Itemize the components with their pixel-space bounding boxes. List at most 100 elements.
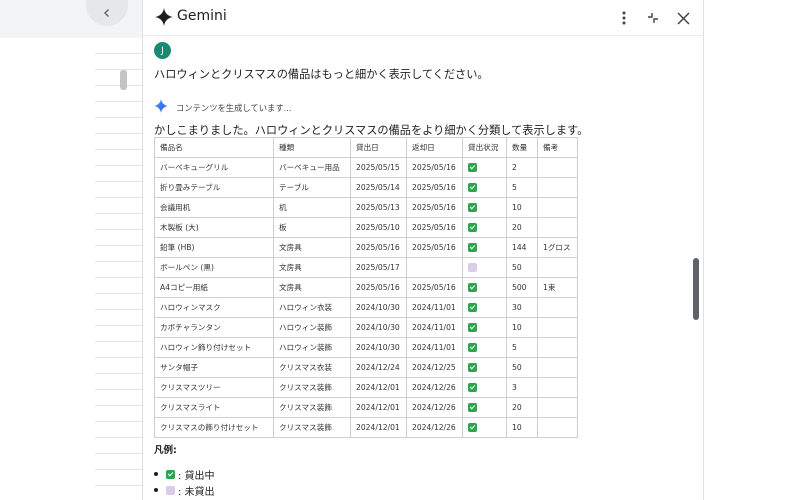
table-cell <box>537 417 578 438</box>
bullet <box>154 472 158 476</box>
table-row: クリスマスツリー クリスマス装飾 2024/12/01 2024/12/26 3 <box>154 377 578 398</box>
table-cell: ハロウィン衣装 <box>273 297 351 318</box>
check-box-icon <box>468 343 477 353</box>
table-cell <box>537 177 578 198</box>
table-cell: 2025/05/16 <box>350 237 407 258</box>
table-cell: 鉛筆 (HB) <box>154 237 274 258</box>
list-item: : 貸出中 <box>154 466 215 482</box>
column-header: 備品名 <box>154 137 274 158</box>
table-cell: 1束 <box>537 277 578 298</box>
table-row: 木製板 (大) 板 2025/05/10 2025/05/16 20 <box>154 217 578 238</box>
table-row: カボチャランタン ハロウィン装飾 2024/10/30 2024/11/01 10 <box>154 317 578 338</box>
table-cell: 2025/05/10 <box>350 217 407 238</box>
status-cell <box>462 217 507 238</box>
spreadsheet-scrollbar[interactable] <box>120 70 127 90</box>
table-cell <box>537 357 578 378</box>
column-header: 数量 <box>506 137 538 158</box>
table-cell: クリスマスライト <box>154 397 274 418</box>
table-cell: 2025/05/14 <box>350 177 407 198</box>
status-cell <box>462 337 507 358</box>
column-header: 貸出日 <box>350 137 407 158</box>
table-cell: 2025/05/16 <box>406 237 463 258</box>
table-row: クリスマスライト クリスマス装飾 2024/12/01 2024/12/26 20 <box>154 397 578 418</box>
table-cell: ハロウィンマスク <box>154 297 274 318</box>
status-cell <box>462 317 507 338</box>
spreadsheet-rows <box>95 38 142 500</box>
reply-intro: かしこまりました。ハロウィンとクリスマスの備品をより細かく分類して表示します。 <box>154 124 589 137</box>
table-cell: ボールペン (黒) <box>154 257 274 278</box>
table-cell: 2024/10/30 <box>350 337 407 358</box>
table-row: サンタ帽子 クリスマス衣装 2024/12/24 2024/12/25 50 <box>154 357 578 378</box>
check-box-icon <box>468 223 477 233</box>
table-cell: 2024/12/25 <box>406 357 463 378</box>
check-box-icon <box>468 383 477 393</box>
check-box-icon <box>468 283 477 293</box>
table-cell: 文房具 <box>273 277 351 298</box>
table-cell: 2024/11/01 <box>406 317 463 338</box>
table-cell: バーベキュー用品 <box>273 157 351 178</box>
table-cell: 会議用机 <box>154 197 274 218</box>
table-cell: 文房具 <box>273 257 351 278</box>
table-cell: 机 <box>273 197 351 218</box>
column-header: 返却日 <box>406 137 463 158</box>
more-options-button[interactable] <box>612 6 636 30</box>
table-cell: 2024/12/26 <box>406 417 463 438</box>
check-box-icon <box>468 243 477 253</box>
table-cell: クリスマス装飾 <box>273 377 351 398</box>
table-cell: 2025/05/16 <box>406 177 463 198</box>
column-header: 貸出状況 <box>462 137 507 158</box>
table-cell: 文房具 <box>273 237 351 258</box>
table-cell: 板 <box>273 217 351 238</box>
status-cell <box>462 157 507 178</box>
equipment-table: 備品名 種類 貸出日 返却日 貸出状況 数量 備考 バーベキューグリル バーベキュ… <box>154 137 578 438</box>
table-row: クリスマスの飾り付けセット クリスマス装飾 2024/12/01 2024/12/26… <box>154 417 578 438</box>
status-cell <box>462 177 507 198</box>
table-cell <box>537 297 578 318</box>
table-cell: 2 <box>506 157 538 178</box>
table-cell: 500 <box>506 277 538 298</box>
table-cell: 木製板 (大) <box>154 217 274 238</box>
table-cell: 2025/05/16 <box>406 277 463 298</box>
check-box-icon <box>468 163 477 173</box>
table-cell <box>537 257 578 278</box>
table-cell <box>537 337 578 358</box>
table-row: ハロウィン飾り付けセット ハロウィン装飾 2024/10/30 2024/11/01 5 <box>154 337 578 358</box>
legend-text: : 未貸出 <box>178 486 215 498</box>
table-cell: 10 <box>506 317 538 338</box>
table-cell: ハロウィン装飾 <box>273 317 351 338</box>
table-row: 折り畳みテーブル テーブル 2025/05/14 2025/05/16 5 <box>154 177 578 198</box>
column-header: 種類 <box>273 137 351 158</box>
table-cell: 50 <box>506 257 538 278</box>
table-cell: 30 <box>506 297 538 318</box>
status-cell <box>462 237 507 258</box>
check-box-icon <box>468 423 477 433</box>
panel-header: Gemini <box>143 0 703 36</box>
gemini-side-panel: Gemini J ハロウィンとクリスマスの備品はもっと細かく表示してください。 … <box>142 0 704 500</box>
panel-scrollbar[interactable] <box>693 258 699 320</box>
check-box-icon <box>468 203 477 213</box>
status-cell <box>462 257 507 278</box>
table-cell: クリスマス装飾 <box>273 417 351 438</box>
table-cell: 2024/12/24 <box>350 357 407 378</box>
table-cell: 5 <box>506 337 538 358</box>
table-cell: クリスマスツリー <box>154 377 274 398</box>
table-cell: クリスマス衣装 <box>273 357 351 378</box>
close-button[interactable] <box>671 6 695 30</box>
table-cell <box>537 397 578 418</box>
table-cell: 2024/12/01 <box>350 417 407 438</box>
table-cell: 2025/05/13 <box>350 197 407 218</box>
legend-title: 凡例: <box>154 445 177 456</box>
bullet <box>154 488 158 492</box>
check-box-icon <box>166 469 175 479</box>
table-cell: クリスマスの飾り付けセット <box>154 417 274 438</box>
user-message: ハロウィンとクリスマスの備品はもっと細かく表示してください。 <box>154 68 489 81</box>
table-cell: 2025/05/16 <box>406 157 463 178</box>
collapse-panel-button[interactable] <box>641 6 665 30</box>
table-cell: 20 <box>506 217 538 238</box>
table-cell: 2025/05/16 <box>406 197 463 218</box>
table-cell <box>537 377 578 398</box>
table-cell <box>537 197 578 218</box>
legend-list: : 貸出中 : 未貸出 <box>154 466 215 498</box>
legend-text: : 貸出中 <box>178 470 215 482</box>
list-item: : 未貸出 <box>154 482 215 498</box>
